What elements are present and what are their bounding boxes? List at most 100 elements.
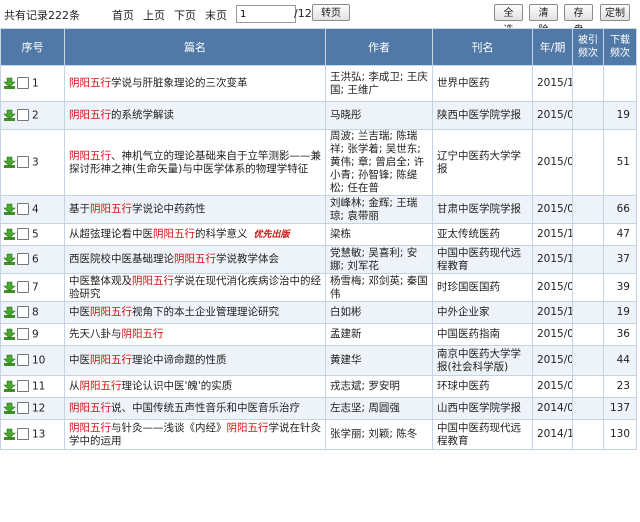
download-icon[interactable]: [3, 253, 16, 266]
row-checkbox[interactable]: [17, 306, 29, 319]
seq-number: 5: [32, 228, 39, 241]
journal-cell[interactable]: 陕西中医学院学报: [432, 101, 533, 130]
author-cell[interactable]: 杨雪梅; 邓剑英; 秦国伟: [325, 273, 433, 302]
journal-cell[interactable]: 甘肃中医学院学报: [432, 195, 533, 224]
article-title-link[interactable]: 西医院校中医基础理论阴阳五行学说教学体会: [69, 253, 279, 265]
row-checkbox[interactable]: [17, 281, 29, 294]
author-cell[interactable]: 周波; 兰吉瑞; 陈瑞祥; 张学着; 吴世东; 黄伟; 章; 曾启全; 许小青;…: [325, 129, 433, 196]
author-cell[interactable]: 梁栋: [325, 223, 433, 246]
journal-cell[interactable]: 时珍国医国药: [432, 273, 533, 302]
journal-cell[interactable]: 山西中医学院学报: [432, 397, 533, 420]
download-icon[interactable]: [3, 306, 16, 319]
author-cell[interactable]: 马晓彤: [325, 101, 433, 130]
header-downloads[interactable]: 下载 频次: [603, 28, 637, 66]
seq-cell: 3: [0, 129, 65, 196]
journal-cell[interactable]: 世界中医药: [432, 65, 533, 102]
row-checkbox[interactable]: [17, 77, 29, 90]
header-cited[interactable]: 被引 频次: [572, 28, 604, 66]
author-cell[interactable]: 左志坚; 周圆强: [325, 397, 433, 420]
author-cell[interactable]: 张学丽; 刘颖; 陈冬: [325, 419, 433, 450]
cited-cell: [572, 273, 604, 302]
article-title-link[interactable]: 从超弦理论看中医阴阳五行的科学意义: [69, 228, 248, 240]
journal-cell[interactable]: 环球中医药: [432, 375, 533, 398]
row-checkbox[interactable]: [17, 328, 29, 341]
select-all-button[interactable]: 全选: [494, 4, 523, 36]
author-cell[interactable]: 王洪弘; 李成卫; 王庆国; 王维广: [325, 65, 433, 102]
title-text: 学说论中药药性: [132, 203, 206, 215]
header-journal[interactable]: 刊名: [432, 28, 533, 66]
row-checkbox[interactable]: [17, 402, 29, 415]
download-icon[interactable]: [3, 228, 16, 241]
author-cell[interactable]: 刘峰林; 金辉; 王瑞琼; 袁带丽: [325, 195, 433, 224]
row-checkbox[interactable]: [17, 203, 29, 216]
download-icon[interactable]: [3, 203, 16, 216]
period-cell: 2015/02: [532, 375, 573, 398]
journal-cell[interactable]: 南京中医药大学学报(社会科学版): [432, 345, 533, 376]
row-checkbox[interactable]: [17, 228, 29, 241]
download-icon[interactable]: [3, 428, 16, 441]
last-page-link[interactable]: 末页: [205, 7, 227, 23]
row-checkbox[interactable]: [17, 253, 29, 266]
journal-cell[interactable]: 亚太传统医药: [432, 223, 533, 246]
title-cell: 先天八卦与阴阳五行: [64, 323, 326, 346]
journal-cell[interactable]: 中国中医药现代远程教育: [432, 419, 533, 450]
article-title-link[interactable]: 阴阳五行的系统学解读: [69, 109, 174, 121]
save-button[interactable]: 存盘: [564, 4, 593, 36]
article-title-link[interactable]: 中医阴阳五行视角下的本土企业管理理论研究: [69, 306, 279, 318]
journal-cell[interactable]: 中国中医药现代远程教育: [432, 245, 533, 274]
cited-cell: [572, 375, 604, 398]
row-checkbox[interactable]: [17, 354, 29, 367]
author-cell[interactable]: 白如彬: [325, 301, 433, 324]
article-title-link[interactable]: 阴阳五行与针灸——浅谈《内经》阴阳五行学说在针灸学中的运用: [69, 422, 321, 447]
download-icon[interactable]: [3, 380, 16, 393]
next-page-link[interactable]: 下页: [174, 7, 196, 23]
page-number-input[interactable]: [236, 5, 296, 23]
title-cell: 从阴阳五行理论认识中医'魄'的实质: [64, 375, 326, 398]
journal-cell[interactable]: 中国医药指南: [432, 323, 533, 346]
journal-cell[interactable]: 中外企业家: [432, 301, 533, 324]
article-title-link[interactable]: 阴阳五行学说与肝脏象理论的三次变革: [69, 77, 248, 89]
author-cell[interactable]: 黄建华: [325, 345, 433, 376]
downloads-cell: 130: [603, 419, 637, 450]
download-icon[interactable]: [3, 109, 16, 122]
header-period[interactable]: 年/期: [532, 28, 573, 66]
header-title[interactable]: 篇名: [64, 28, 326, 66]
download-icon[interactable]: [3, 281, 16, 294]
download-icon[interactable]: [3, 328, 16, 341]
row-checkbox[interactable]: [17, 109, 29, 122]
download-icon[interactable]: [3, 354, 16, 367]
article-title-link[interactable]: 从阴阳五行理论认识中医'魄'的实质: [69, 380, 232, 392]
row-checkbox[interactable]: [17, 380, 29, 393]
row-checkbox[interactable]: [17, 156, 29, 169]
author-cell[interactable]: 孟建新: [325, 323, 433, 346]
article-title-link[interactable]: 基于阴阳五行学说论中药药性: [69, 203, 206, 215]
article-title-link[interactable]: 中医整体观及阴阳五行学说在现代消化疾病诊治中的经验研究: [69, 275, 321, 300]
clear-button[interactable]: 清除: [529, 4, 558, 36]
article-title-link[interactable]: 中医阴阳五行理论中谛命题的性质: [69, 354, 227, 366]
download-icon[interactable]: [3, 402, 16, 415]
header-author[interactable]: 作者: [325, 28, 433, 66]
seq-cell: 7: [0, 273, 65, 302]
article-title-link[interactable]: 阴阳五行说、中国传统五声性音乐和中医音乐治疗: [69, 402, 300, 414]
seq-number: 13: [32, 428, 46, 441]
author-cell[interactable]: 党慧敏; 吴喜利; 安娜; 刘军花: [325, 245, 433, 274]
author-cell[interactable]: 戎志斌; 罗安明: [325, 375, 433, 398]
seq-cell: 9: [0, 323, 65, 346]
keyword-highlight: 阴阳五行: [132, 274, 174, 287]
period-cell: 2015/01: [532, 345, 573, 376]
table-row: 1 阴阳五行学说与肝脏象理论的三次变革 王洪弘; 李成卫; 王庆国; 王维广 世界中医…: [0, 65, 637, 102]
article-title-link[interactable]: 阴阳五行、神机气立的理论基础来自于立竿测影——兼探讨形神之神(生命矢量)与中医学…: [69, 150, 321, 175]
prev-page-link[interactable]: 上页: [143, 7, 165, 23]
downloads-cell: 44: [603, 345, 637, 376]
go-page-button[interactable]: 转页: [312, 4, 350, 21]
download-icon[interactable]: [3, 77, 16, 90]
customize-button[interactable]: 定制: [600, 4, 630, 21]
header-seq[interactable]: 序号: [0, 28, 65, 66]
title-cell: 中医整体观及阴阳五行学说在现代消化疾病诊治中的经验研究: [64, 273, 326, 302]
download-icon[interactable]: [3, 156, 16, 169]
journal-cell[interactable]: 辽宁中医药大学学报: [432, 129, 533, 196]
article-title-link[interactable]: 先天八卦与阴阳五行: [69, 328, 164, 340]
seq-number: 10: [32, 354, 46, 367]
first-page-link[interactable]: 首页: [112, 7, 134, 23]
row-checkbox[interactable]: [17, 428, 29, 441]
